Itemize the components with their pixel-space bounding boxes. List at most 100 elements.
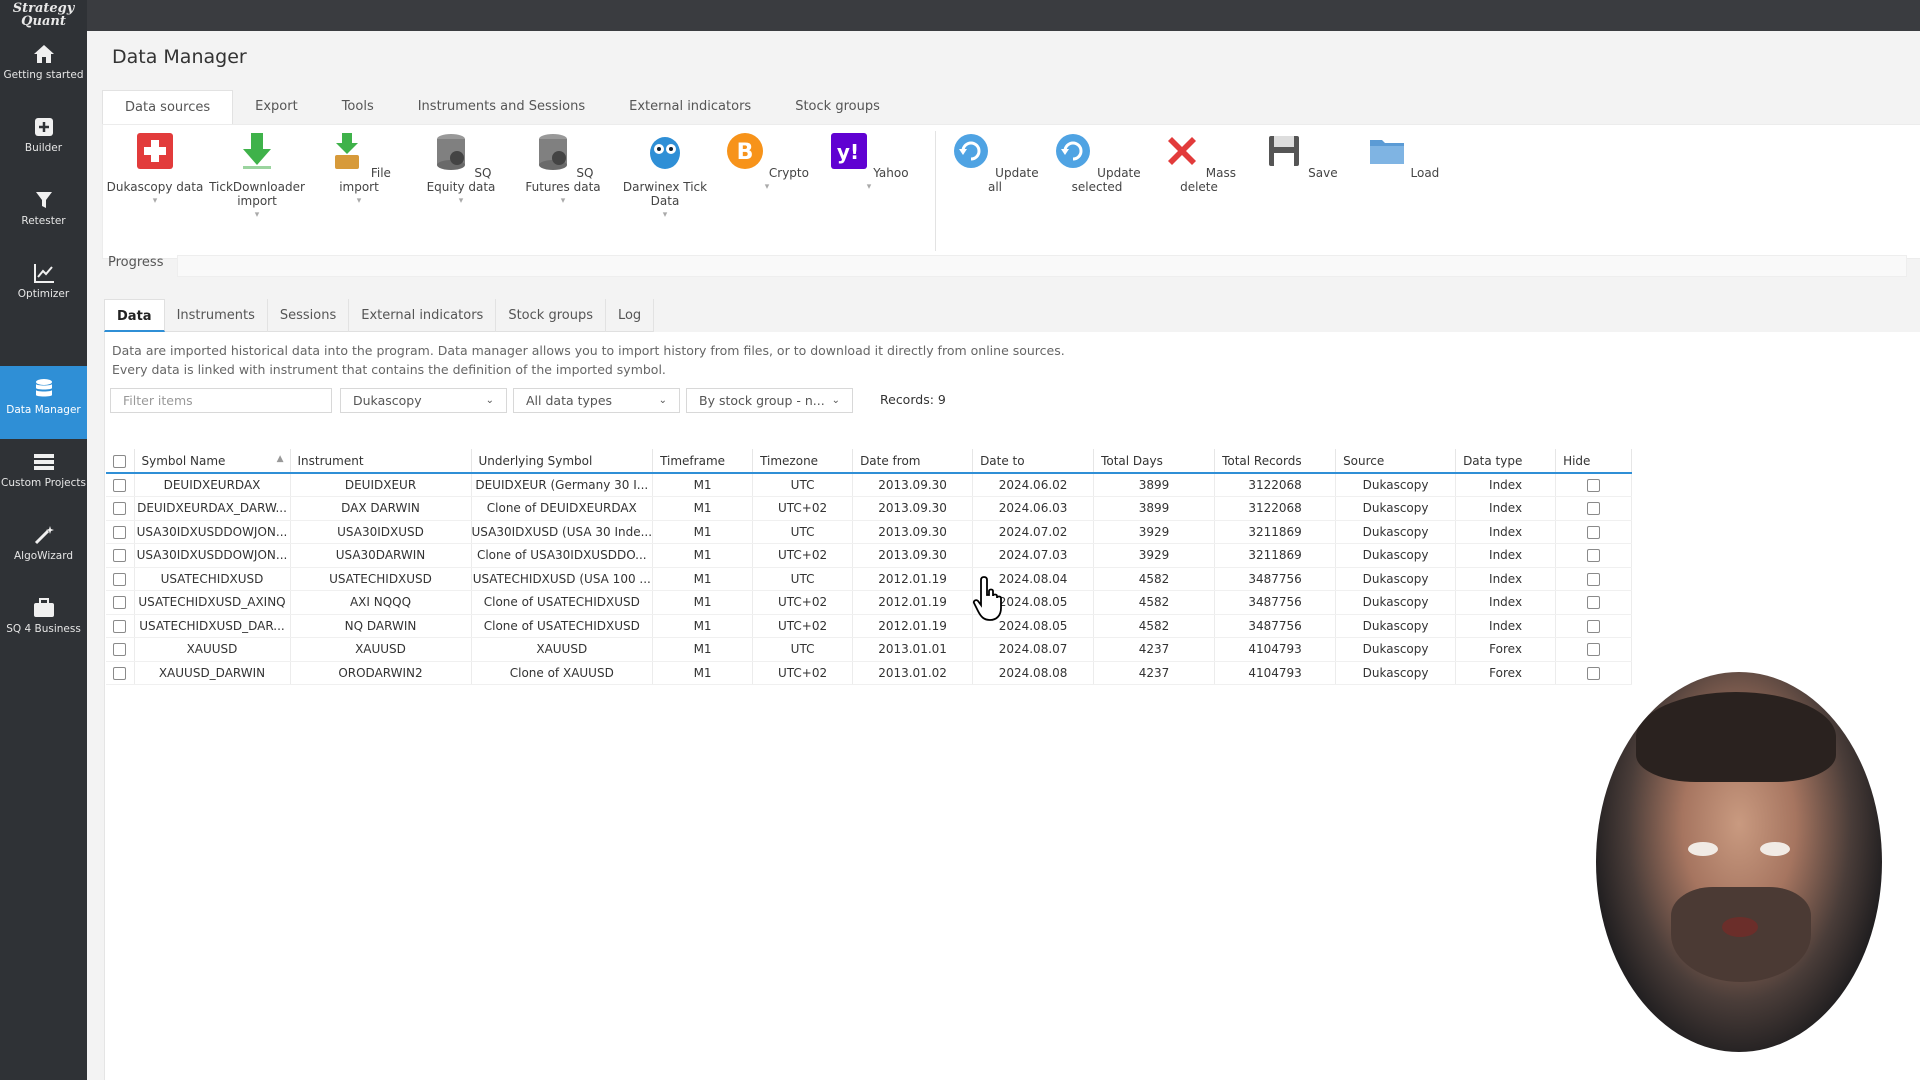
dukascopy-data-button[interactable]: Dukascopy data ▾ bbox=[105, 131, 205, 206]
tab-external-indicators[interactable]: External indicators bbox=[607, 90, 773, 124]
select-all-checkbox[interactable] bbox=[113, 454, 126, 468]
row-checkbox[interactable] bbox=[113, 502, 127, 516]
table-cell: 2012.01.19 bbox=[852, 614, 974, 638]
row-checkbox[interactable] bbox=[113, 549, 127, 563]
swiss-cross-icon bbox=[137, 133, 173, 169]
briefcase-icon bbox=[33, 598, 54, 617]
hide-checkbox[interactable] bbox=[1587, 643, 1601, 657]
tickdownloader-import-button[interactable]: TickDownloader import ▾ bbox=[207, 131, 307, 220]
hide-checkbox[interactable] bbox=[1587, 502, 1601, 516]
sidebar-item-algowizard[interactable]: AlgoWizard bbox=[0, 512, 87, 585]
row-checkbox[interactable] bbox=[113, 643, 127, 657]
subtab-instruments[interactable]: Instruments bbox=[165, 299, 268, 332]
table-cell: Clone of USA30IDXUSDDO... bbox=[471, 543, 654, 568]
table-row[interactable]: XAUUSD_DARWIN ORODARWIN2 Clone of XAUUSD M1… bbox=[106, 661, 1633, 685]
column-header[interactable]: Instrument bbox=[290, 449, 472, 474]
table-cell: UTC+02 bbox=[752, 614, 854, 638]
subtab-data[interactable]: Data bbox=[104, 299, 165, 332]
table-row[interactable]: XAUUSD XAUUSD XAUUSD M1 UTC 2013.01.01 2024.08… bbox=[106, 637, 1633, 662]
table-cell: USA30DARWIN bbox=[290, 543, 472, 568]
hide-checkbox[interactable] bbox=[1587, 525, 1601, 539]
table-cell: Index bbox=[1455, 543, 1557, 568]
table-cell: USA30IDXUSDDOWJON... bbox=[134, 543, 291, 568]
table-row[interactable]: USA30IDXUSDDOWJON... USA30DARWIN Clone of … bbox=[106, 543, 1633, 568]
table-row[interactable]: USATECHIDXUSD_DAR... NQ DARWIN Clone of US… bbox=[106, 614, 1633, 638]
data-type-dropdown[interactable]: All data types ⌄ bbox=[513, 388, 680, 413]
filter-input[interactable] bbox=[110, 388, 332, 413]
tab-tools[interactable]: Tools bbox=[320, 90, 396, 124]
sidebar-item-retester[interactable]: Retester bbox=[0, 177, 87, 250]
row-checkbox[interactable] bbox=[113, 666, 127, 680]
file-import-button[interactable]: File import ▾ bbox=[309, 131, 409, 206]
table-row[interactable]: USATECHIDXUSD_AXINQ AXI NQQQ Clone of USAT… bbox=[106, 590, 1633, 615]
hide-checkbox[interactable] bbox=[1587, 549, 1601, 563]
row-checkbox[interactable] bbox=[113, 525, 127, 539]
sidebar-item-label: Getting started bbox=[3, 69, 84, 81]
table-row[interactable]: DEUIDXEURDAX_DARW... DAX DARWIN Clone of D… bbox=[106, 496, 1633, 521]
table-cell: Clone of DEUIDXEURDAX bbox=[471, 496, 654, 521]
hide-checkbox[interactable] bbox=[1587, 619, 1601, 633]
column-header[interactable]: Date to bbox=[972, 449, 1095, 474]
column-header[interactable]: Total Days bbox=[1093, 449, 1216, 474]
column-header[interactable]: Source bbox=[1335, 449, 1457, 474]
sidebar-item-optimizer[interactable]: Optimizer bbox=[0, 250, 87, 323]
table-cell: Dukascopy bbox=[1335, 614, 1457, 638]
table-row[interactable]: USA30IDXUSDDOWJON... USA30IDXUSD USA30IDXU… bbox=[106, 520, 1633, 544]
table-cell: 3487756 bbox=[1214, 567, 1337, 591]
subtab-external-indicators[interactable]: External indicators bbox=[349, 299, 497, 332]
table-cell: USATECHIDXUSD_DAR... bbox=[134, 614, 291, 638]
hide-checkbox[interactable] bbox=[1587, 479, 1601, 492]
source-dropdown[interactable]: Dukascopy ⌄ bbox=[340, 388, 507, 413]
row-checkbox[interactable] bbox=[113, 479, 127, 492]
table-row[interactable]: DEUIDXEURDAX DEUIDXEUR DEUIDXEUR (Germany … bbox=[106, 473, 1633, 497]
darwinex-tick-data-button[interactable]: Darwinex Tick Data ▾ bbox=[615, 131, 715, 220]
tab-stock-groups[interactable]: Stock groups bbox=[773, 90, 902, 124]
row-checkbox[interactable] bbox=[113, 572, 127, 586]
table-cell: UTC+02 bbox=[752, 543, 854, 568]
hide-cell bbox=[1555, 567, 1633, 591]
tab-data-sources[interactable]: Data sources bbox=[102, 90, 234, 124]
sidebar-item-builder[interactable]: Builder bbox=[0, 104, 87, 177]
yahoo-button[interactable]: y! Yahoo ▾ bbox=[819, 131, 919, 192]
sidebar-item-data-manager[interactable]: Data Manager bbox=[0, 366, 87, 439]
database-icon bbox=[35, 379, 52, 397]
column-header[interactable]: Data type bbox=[1455, 449, 1557, 474]
crypto-button[interactable]: B Crypto ▾ bbox=[717, 131, 817, 192]
subtab-stock-groups[interactable]: Stock groups bbox=[496, 299, 606, 332]
mass-delete-button[interactable]: Mass delete bbox=[1149, 131, 1249, 194]
column-header[interactable]: Date from bbox=[852, 449, 974, 474]
group-dropdown[interactable]: By stock group - n... ⌄ bbox=[686, 388, 853, 413]
subtab-sessions[interactable]: Sessions bbox=[268, 299, 350, 332]
update-selected-button[interactable]: Update selected bbox=[1047, 131, 1147, 194]
update-all-button[interactable]: Update all bbox=[945, 131, 1045, 194]
hide-cell bbox=[1555, 520, 1633, 544]
hide-checkbox[interactable] bbox=[1587, 596, 1601, 610]
column-header[interactable]: Hide bbox=[1555, 449, 1633, 474]
tab-instruments-and-sessions[interactable]: Instruments and Sessions bbox=[396, 90, 607, 124]
download-arrow-icon bbox=[243, 133, 271, 169]
column-header[interactable]: Underlying Symbol bbox=[471, 449, 654, 474]
tab-export[interactable]: Export bbox=[233, 90, 320, 124]
table-row[interactable]: USATECHIDXUSD USATECHIDXUSD USATECHIDXUSD … bbox=[106, 567, 1633, 591]
sidebar-item-custom-projects[interactable]: Custom Projects bbox=[0, 439, 87, 512]
table-cell: M1 bbox=[652, 520, 754, 544]
save-button[interactable]: Save bbox=[1251, 131, 1351, 180]
table-cell: UTC+02 bbox=[752, 590, 854, 615]
sidebar-item-getting-started[interactable]: Getting started bbox=[0, 31, 87, 104]
table-cell: DEUIDXEURDAX_DARW... bbox=[134, 496, 291, 521]
column-header[interactable]: Timezone bbox=[752, 449, 854, 474]
load-button[interactable]: Load bbox=[1353, 131, 1453, 180]
sidebar-item-sq4-business[interactable]: SQ 4 Business bbox=[0, 585, 87, 658]
hide-checkbox[interactable] bbox=[1587, 572, 1601, 586]
table-cell: 2012.01.19 bbox=[852, 567, 974, 591]
hide-checkbox[interactable] bbox=[1587, 666, 1601, 680]
sq-futures-data-button[interactable]: SQ Futures data ▾ bbox=[513, 131, 613, 206]
subtab-log[interactable]: Log bbox=[606, 299, 655, 332]
row-checkbox[interactable] bbox=[113, 596, 127, 610]
column-header[interactable]: Timeframe bbox=[652, 449, 754, 474]
column-header[interactable]: Symbol Name ▲ bbox=[134, 449, 291, 474]
wand-icon bbox=[34, 526, 54, 545]
sq-equity-data-button[interactable]: SQ Equity data ▾ bbox=[411, 131, 511, 206]
column-header[interactable]: Total Records bbox=[1214, 449, 1337, 474]
row-checkbox[interactable] bbox=[113, 619, 127, 633]
